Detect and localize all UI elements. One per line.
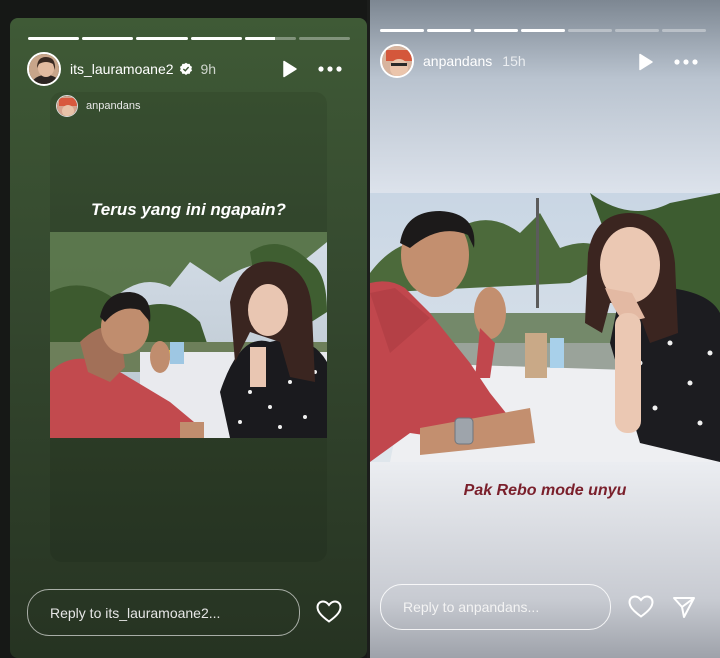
story-photo <box>50 232 327 438</box>
avatar[interactable] <box>380 44 414 78</box>
story-progress-bar <box>28 37 351 40</box>
header-actions <box>638 53 698 71</box>
post-time: 9h <box>200 61 217 77</box>
progress-segment <box>136 37 188 40</box>
play-icon[interactable] <box>282 60 298 78</box>
header-actions <box>282 60 342 78</box>
progress-segment-fill <box>82 37 134 40</box>
progress-segment <box>28 37 80 40</box>
reply-placeholder: Reply to anpandans... <box>403 599 540 615</box>
avatar[interactable] <box>27 52 61 86</box>
username[interactable]: its_lauramoane2 <box>70 61 174 77</box>
story-left[interactable]: its_lauramoane2 9h anpandans Terus yang … <box>0 0 367 658</box>
progress-segment-fill <box>474 29 518 32</box>
reply-input[interactable]: Reply to its_lauramoane2... <box>27 589 300 636</box>
progress-segment <box>521 29 565 32</box>
progress-segment-fill <box>190 37 242 40</box>
more-options-icon[interactable] <box>318 66 342 72</box>
story-progress-bar <box>380 29 706 32</box>
post-time: 15h <box>502 53 526 69</box>
progress-segment <box>568 29 612 32</box>
heart-icon[interactable] <box>316 600 342 624</box>
progress-segment <box>662 29 706 32</box>
progress-segment-fill <box>244 37 276 40</box>
story-header: anpandans 15h <box>380 44 526 78</box>
progress-segment <box>298 37 351 40</box>
reply-placeholder: Reply to its_lauramoane2... <box>50 604 221 621</box>
heart-icon[interactable] <box>628 595 654 619</box>
progress-segment <box>82 37 134 40</box>
progress-segment-fill <box>521 29 565 32</box>
progress-segment <box>427 29 471 32</box>
story-photo <box>370 193 720 462</box>
progress-segment-fill <box>427 29 471 32</box>
play-icon[interactable] <box>638 53 654 71</box>
reshared-story-card[interactable]: anpandans Terus yang ini ngapain? <box>50 92 327 562</box>
story-caption: Terus yang ini ngapain? <box>91 200 286 219</box>
progress-segment-fill <box>380 29 424 32</box>
more-options-icon[interactable] <box>674 59 698 65</box>
progress-segment <box>474 29 518 32</box>
progress-segment <box>190 37 242 40</box>
verified-badge-icon <box>179 62 192 75</box>
progress-segment <box>615 29 659 32</box>
progress-segment <box>244 37 296 40</box>
reshared-header: anpandans <box>56 95 140 117</box>
story-header: its_lauramoane2 9h <box>27 52 216 86</box>
story-right[interactable]: anpandans 15h Pak Rebo mode unyu Reply t… <box>370 0 720 658</box>
reshared-avatar <box>56 95 78 117</box>
progress-segment-fill <box>136 37 188 40</box>
story-caption: Pak Rebo mode unyu <box>463 482 627 499</box>
send-icon[interactable] <box>672 595 696 619</box>
reshared-username: anpandans <box>86 100 141 112</box>
reply-input[interactable]: Reply to anpandans... <box>380 584 611 630</box>
progress-segment <box>380 29 424 32</box>
progress-segment-fill <box>28 37 80 40</box>
username[interactable]: anpandans <box>423 53 492 69</box>
